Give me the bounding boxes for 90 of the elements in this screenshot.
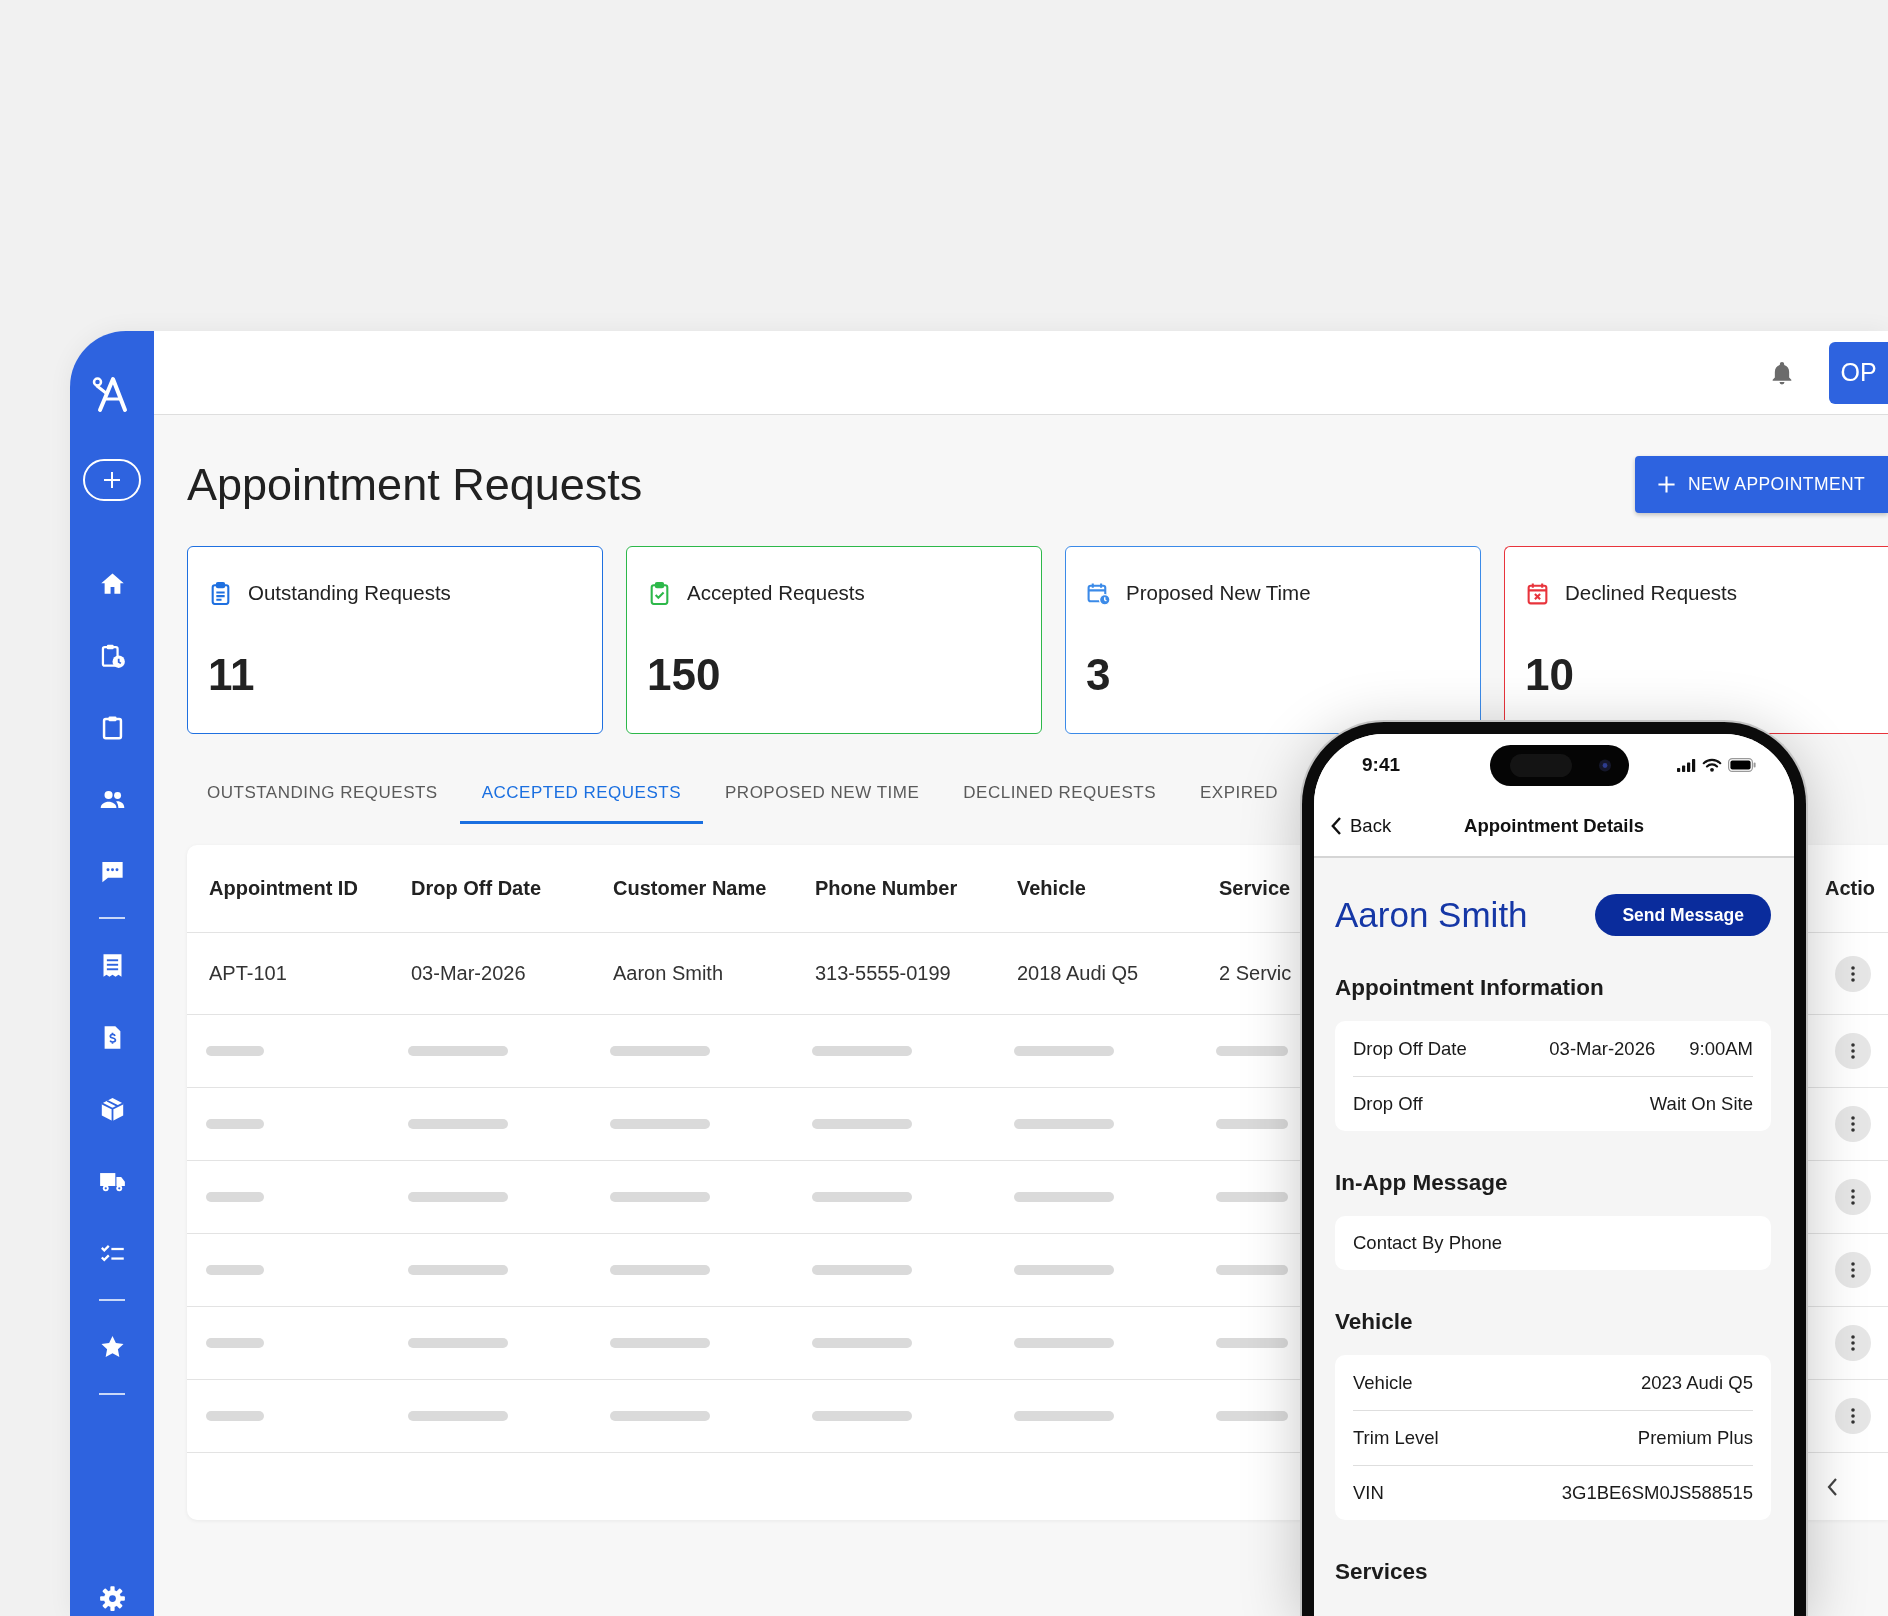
settings-icon[interactable]: [98, 1585, 126, 1612]
add-button[interactable]: [83, 459, 141, 501]
more-icon: [1851, 1408, 1855, 1424]
more-icon: [1851, 1262, 1855, 1278]
loading-placeholder-bar: [1216, 1192, 1288, 1202]
loading-placeholder-bar: [206, 1046, 264, 1056]
more-icon: [1851, 1335, 1855, 1351]
more-icon: [1851, 1043, 1855, 1059]
card-label: Accepted Requests: [687, 580, 865, 606]
card-count: 3: [1086, 650, 1111, 700]
new-appointment-button[interactable]: NEW APPOINTMENT: [1635, 456, 1888, 513]
detail-label: Vehicle: [1353, 1371, 1413, 1394]
detail-label: Trim Level: [1353, 1427, 1439, 1449]
row-menu-button[interactable]: [1835, 1179, 1871, 1215]
column-header: Vehicle: [1017, 877, 1086, 900]
tab[interactable]: PROPOSED NEW TIME: [703, 764, 942, 824]
card-count: 11: [208, 650, 255, 700]
column-header: Appointment ID: [209, 877, 358, 900]
summary-card[interactable]: Proposed New Time 3: [1065, 546, 1481, 734]
row-menu-button[interactable]: [1835, 1398, 1871, 1434]
detail-value: 9:00AM: [1689, 1037, 1753, 1060]
more-icon: [1851, 1189, 1855, 1205]
row-menu-button[interactable]: [1835, 1252, 1871, 1288]
loading-placeholder-bar: [206, 1192, 264, 1202]
plus-icon: [1657, 475, 1676, 494]
detail-label: VIN: [1353, 1482, 1384, 1504]
row-menu-button[interactable]: [1835, 1325, 1871, 1361]
table-cell: 2 Servic: [1219, 962, 1292, 985]
screen-title: Appointment Details: [1464, 815, 1644, 837]
chevron-left-icon[interactable]: [1826, 1476, 1838, 1497]
section-heading: Services: [1335, 1558, 1428, 1586]
tab[interactable]: OUTSTANDING REQUESTS: [185, 764, 460, 824]
table-cell: 03-Mar-2026: [411, 962, 526, 985]
detail-label: Drop Off: [1353, 1093, 1423, 1115]
page-title: Appointment Requests: [187, 457, 643, 512]
table-cell: APT-101: [209, 962, 287, 985]
loading-placeholder-bar: [206, 1265, 264, 1275]
table-cell: 313-5555-0199: [815, 962, 951, 985]
table-cell: 2018 Audi Q5: [1017, 962, 1139, 985]
summary-card[interactable]: Outstanding Requests 11: [187, 546, 603, 734]
back-button[interactable]: Back: [1330, 815, 1392, 837]
row-menu-button[interactable]: [1835, 955, 1871, 992]
detail-value: 2023 Audi Q5: [1640, 1371, 1753, 1394]
chevron-left-icon: [1330, 816, 1342, 836]
section-heading: Appointment Information: [1335, 974, 1604, 1002]
row-menu-button[interactable]: [1835, 1033, 1871, 1069]
battery-icon: [1728, 758, 1756, 772]
wifi-icon: [1702, 758, 1722, 772]
loading-placeholder-bar: [206, 1119, 264, 1129]
tab[interactable]: DECLINED REQUESTS: [941, 764, 1178, 824]
detail-label: Drop Off Date: [1353, 1037, 1467, 1060]
card-label: Proposed New Time: [1126, 580, 1311, 606]
avatar-button[interactable]: OP: [1829, 341, 1888, 404]
loading-placeholder-bar: [206, 1411, 264, 1421]
section-heading: Vehicle: [1335, 1308, 1413, 1336]
column-header: Phone Number: [815, 877, 958, 900]
column-header: Drop Off Date: [411, 877, 541, 900]
loading-placeholder-bar: [1216, 1046, 1288, 1056]
loading-placeholder-bar: [206, 1338, 264, 1348]
card-count: 150: [647, 650, 721, 700]
send-message-button[interactable]: Send Message: [1595, 894, 1771, 936]
table-cell: Aaron Smith: [613, 962, 724, 985]
tab[interactable]: EXPIRED: [1178, 764, 1279, 824]
card-count: 10: [1525, 650, 1574, 700]
row-menu-button[interactable]: [1835, 1106, 1871, 1142]
tab[interactable]: ACCEPTED REQUESTS: [459, 764, 703, 824]
loading-placeholder-bar: [1216, 1411, 1288, 1421]
customer-name: Aaron Smith: [1335, 894, 1528, 936]
section-heading: In-App Message: [1335, 1169, 1508, 1197]
detail-value: Wait On Site: [1649, 1093, 1753, 1115]
loading-placeholder-bar: [1216, 1338, 1288, 1348]
card-label: Outstanding Requests: [248, 580, 451, 606]
status-time: 9:41: [1362, 754, 1401, 776]
column-header: Customer Name: [613, 877, 767, 900]
loading-placeholder-bar: [1216, 1119, 1288, 1129]
detail-value: Premium Plus: [1637, 1427, 1753, 1449]
detail-value: 03-Mar-2026: [1549, 1037, 1656, 1060]
summary-card[interactable]: Declined Requests 10: [1504, 546, 1888, 734]
detail-value: 3G1BE6SM0JS588515: [1561, 1482, 1753, 1504]
more-icon: [1851, 1116, 1855, 1132]
signal-icon: [1677, 758, 1696, 772]
summary-card[interactable]: Accepted Requests 150: [626, 546, 1042, 734]
more-icon: [1851, 965, 1855, 982]
message-text: Contact By Phone: [1353, 1232, 1503, 1254]
camera-notch-icon: [1489, 744, 1629, 786]
plus-icon: [102, 470, 122, 490]
column-header: Service: [1219, 877, 1291, 900]
card-label: Declined Requests: [1565, 580, 1738, 606]
column-header: Actio: [1825, 877, 1875, 900]
loading-placeholder-bar: [1216, 1265, 1288, 1275]
